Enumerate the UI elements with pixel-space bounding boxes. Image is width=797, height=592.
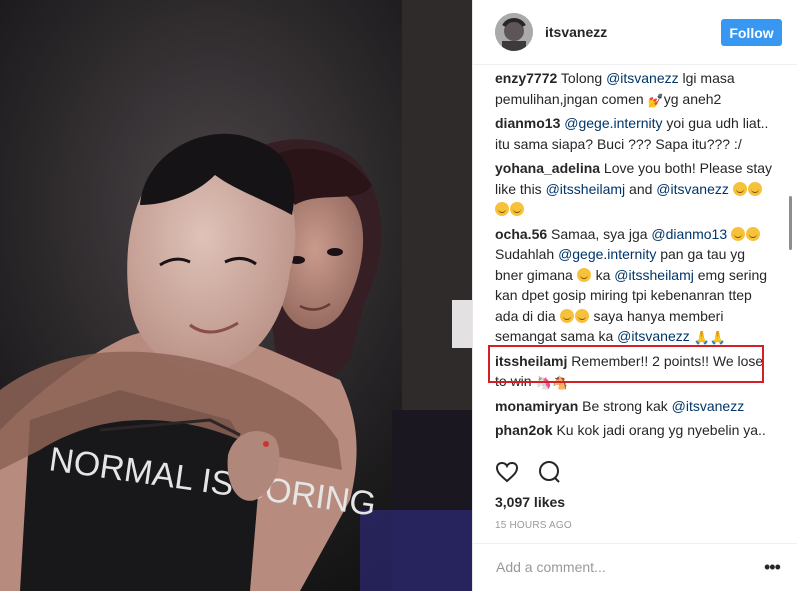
comment-author[interactable]: ocha.56	[495, 226, 547, 242]
smiley-emoji-icon	[576, 267, 591, 282]
profile-avatar[interactable]	[495, 13, 533, 51]
heart-icon[interactable]	[495, 460, 521, 486]
comment-author[interactable]: dianmo13	[495, 115, 560, 131]
smiley-emoji-icon	[731, 226, 746, 241]
mention-link[interactable]: @itsvanezz	[617, 328, 690, 344]
comment-text: Be strong kak	[578, 397, 672, 414]
smiley-emoji-icon	[746, 226, 761, 241]
mention-link[interactable]: @itsvanezz	[606, 70, 679, 86]
post-sidebar: itsvanezz Follow enzy7772 Tolong @itsvan…	[472, 0, 797, 591]
add-comment-input[interactable]	[494, 558, 748, 576]
mention-link[interactable]: @itssheilamj	[614, 267, 694, 283]
mention-link[interactable]: @itsvanezz	[656, 181, 729, 197]
follow-button[interactable]: Follow	[721, 19, 782, 46]
comment-5: monamiryan Be strong kak @itsvanezz	[495, 396, 775, 417]
emoji-icon: 🙏	[693, 330, 710, 345]
smiley-emoji-icon	[732, 181, 747, 196]
comment-text: and	[625, 180, 657, 197]
mention-link[interactable]: @gege.internity	[558, 246, 656, 262]
comment-text: Tolong	[557, 70, 607, 86]
comment-text: yg aneh2	[663, 90, 722, 107]
add-comment-bar: •••	[473, 543, 797, 592]
post-username[interactable]: itsvanezz	[545, 24, 607, 40]
comment-0: enzy7772 Tolong @itsvanezz lgi masa pemu…	[495, 68, 775, 109]
avatar-image	[495, 13, 533, 51]
post-photo: NORMAL IS BORING	[0, 0, 472, 591]
mention-link[interactable]: @itsvanezz	[672, 398, 745, 414]
mention-link[interactable]: @itssheilamj	[546, 181, 626, 197]
highlight-box	[488, 345, 764, 383]
post-actions	[495, 460, 575, 486]
comment-2: yohana_adelina Love you both! Please sta…	[495, 158, 775, 220]
emoji-icon: 💅	[647, 92, 664, 108]
smiley-emoji-icon	[495, 202, 509, 216]
comment-text: ka	[591, 266, 615, 283]
smiley-emoji-icon	[559, 308, 574, 323]
comment-1: dianmo13 @gege.internity yoi gua udh lia…	[495, 113, 775, 154]
like-count[interactable]: 3,097 likes	[495, 494, 565, 510]
more-options-icon[interactable]: •••	[764, 557, 781, 578]
comment-list: enzy7772 Tolong @itsvanezz lgi masa pemu…	[495, 68, 775, 446]
photo-illustration: NORMAL IS BORING	[0, 0, 472, 591]
mention-link[interactable]: @gege.internity	[564, 115, 662, 131]
comment-author[interactable]: enzy7772	[495, 70, 557, 86]
emoji-icon: 🙏	[709, 330, 727, 345]
scrollbar-thumb[interactable]	[789, 196, 792, 250]
comment-6: phan2ok Ku kok jadi orang yg nyebelin ya…	[495, 420, 775, 446]
comment-text: Samaa, sya jga	[547, 225, 652, 242]
smiley-emoji-icon	[747, 181, 762, 196]
comment-3: ocha.56 Samaa, sya jga @dianmo13 Sudahla…	[495, 224, 775, 347]
comment-author[interactable]: monamiryan	[495, 398, 578, 414]
comment-bubble-icon[interactable]	[537, 460, 563, 486]
smiley-emoji-icon	[510, 202, 524, 216]
comment-author[interactable]: phan2ok	[495, 422, 553, 438]
comment-scrollbar[interactable]	[785, 68, 793, 446]
smiley-emoji-icon	[574, 308, 589, 323]
post-header: itsvanezz Follow	[473, 0, 797, 65]
comment-text: Sudahlah	[495, 246, 559, 262]
mention-link[interactable]: @dianmo13	[651, 226, 727, 242]
post-timestamp: 15 HOURS AGO	[495, 520, 572, 531]
comment-author[interactable]: yohana_adelina	[495, 160, 600, 176]
